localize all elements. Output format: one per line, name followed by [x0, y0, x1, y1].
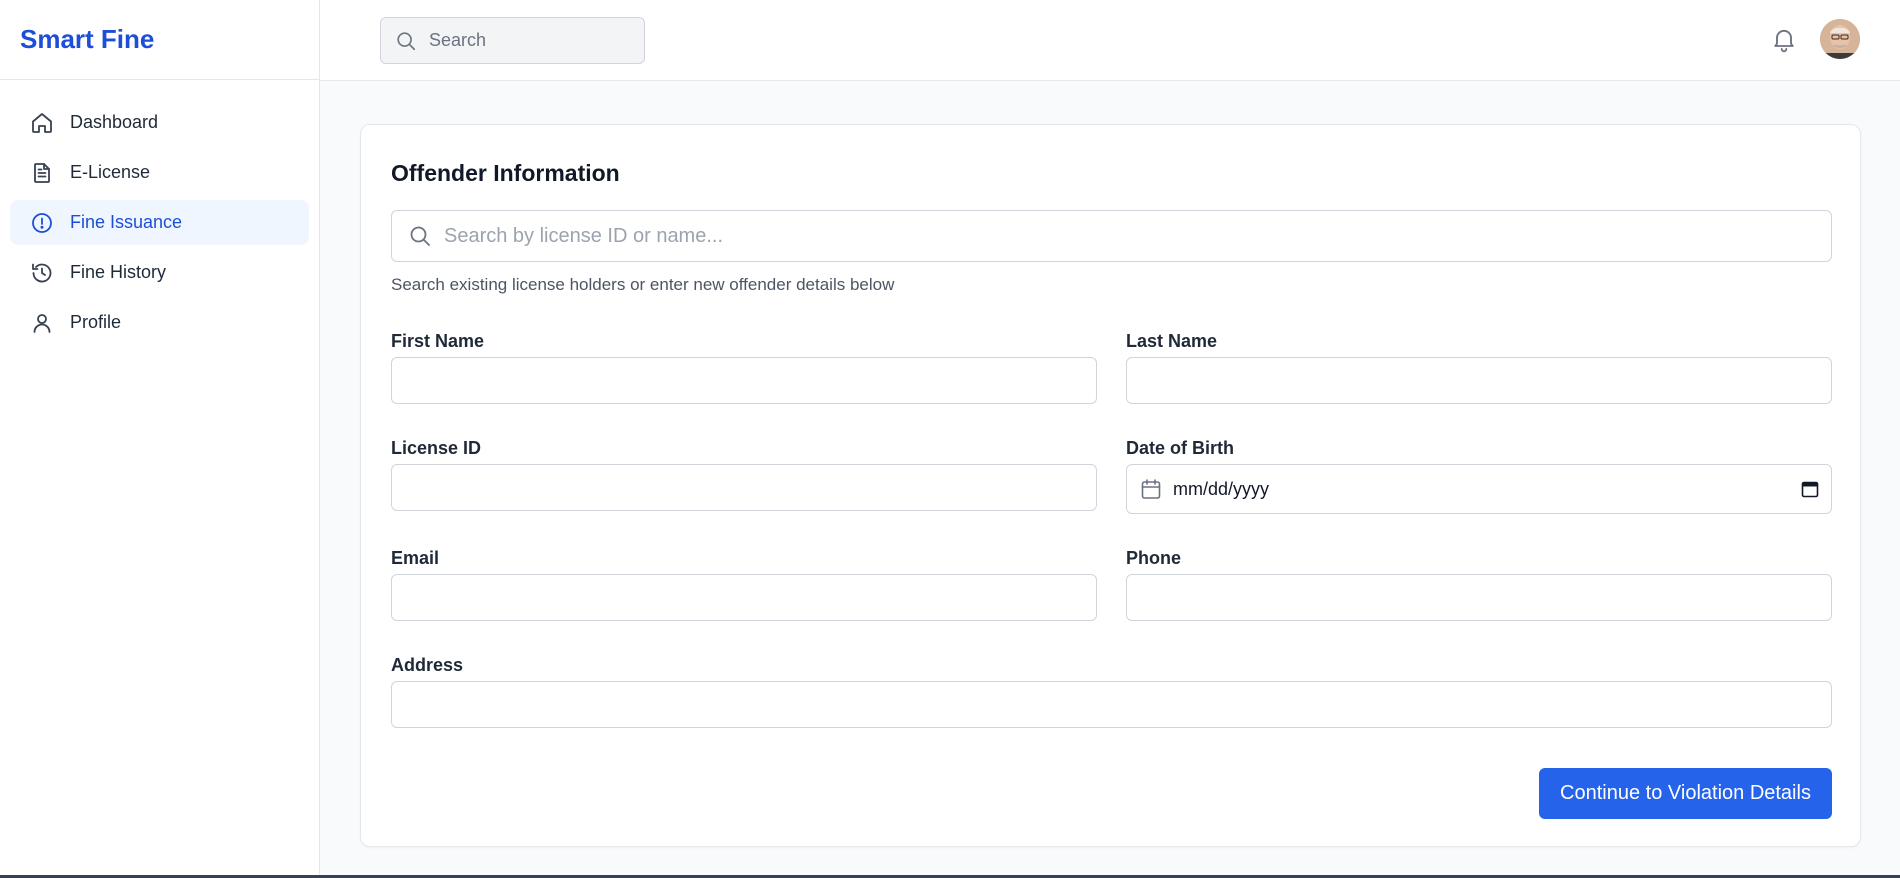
dob-input[interactable]: mm/dd/yyyy: [1173, 479, 1801, 500]
dob-field[interactable]: mm/dd/yyyy: [1126, 464, 1832, 514]
email-label: Email: [391, 548, 440, 568]
email-input[interactable]: [392, 575, 1096, 620]
continue-button[interactable]: Continue to Violation Details: [1539, 768, 1832, 819]
address-label: Address: [391, 655, 464, 675]
sidebar-item-fine-history[interactable]: Fine History: [10, 250, 309, 295]
sidebar-item-dashboard[interactable]: Dashboard: [10, 100, 309, 145]
sidebar-item-label: Fine History: [70, 262, 167, 282]
address-field[interactable]: [391, 681, 1832, 728]
date-picker-icon[interactable]: [1801, 480, 1819, 498]
first-name-label: First Name: [391, 331, 485, 351]
phone-field[interactable]: [1126, 574, 1832, 621]
sidebar-item-e-license[interactable]: E-License: [10, 150, 309, 195]
search-input[interactable]: [429, 30, 609, 51]
page-title: Offender Information: [391, 160, 620, 186]
phone-input[interactable]: [1127, 575, 1831, 620]
license-id-input[interactable]: [392, 465, 1096, 510]
sidebar-item-profile[interactable]: Profile: [10, 300, 309, 345]
document-icon: [30, 161, 54, 185]
first-name-input[interactable]: [392, 358, 1096, 403]
sidebar-item-label: Dashboard: [70, 112, 159, 132]
header-search[interactable]: [380, 17, 645, 64]
sidebar-nav: Dashboard E-License Fine Issuance Fine H…: [0, 80, 319, 345]
notification-bell-icon[interactable]: [1770, 24, 1798, 54]
search-icon: [410, 226, 430, 246]
last-name-label: Last Name: [1126, 331, 1218, 351]
license-id-label: License ID: [391, 438, 482, 458]
address-input[interactable]: [392, 682, 1831, 727]
sidebar-item-label: Profile: [70, 312, 122, 332]
avatar[interactable]: [1820, 19, 1860, 59]
license-id-field[interactable]: [391, 464, 1097, 511]
sidebar-item-label: Fine Issuance: [70, 212, 183, 232]
top-header: [320, 0, 1900, 81]
offender-info-card: Offender Information Search existing lic…: [360, 124, 1861, 847]
sidebar-item-label: E-License: [70, 162, 151, 182]
license-search-box[interactable]: [391, 210, 1832, 262]
sidebar-item-fine-issuance[interactable]: Fine Issuance: [10, 200, 309, 245]
search-icon: [397, 31, 416, 50]
home-icon: [30, 111, 54, 135]
license-search-input[interactable]: [444, 224, 1824, 248]
phone-label: Phone: [1126, 548, 1182, 568]
sidebar: Smart Fine Dashboard E-License Fine Issu…: [0, 0, 320, 875]
dob-label: Date of Birth: [1126, 438, 1234, 458]
alert-circle-icon: [30, 211, 54, 235]
calendar-icon: [1141, 479, 1161, 499]
search-hint: Search existing license holders or enter…: [391, 275, 895, 294]
first-name-field[interactable]: [391, 357, 1097, 404]
email-field[interactable]: [391, 574, 1097, 621]
last-name-input[interactable]: [1127, 358, 1831, 403]
history-icon: [30, 261, 54, 285]
user-icon: [30, 311, 54, 335]
last-name-field[interactable]: [1126, 357, 1832, 404]
brand-logo[interactable]: Smart Fine: [0, 0, 319, 80]
